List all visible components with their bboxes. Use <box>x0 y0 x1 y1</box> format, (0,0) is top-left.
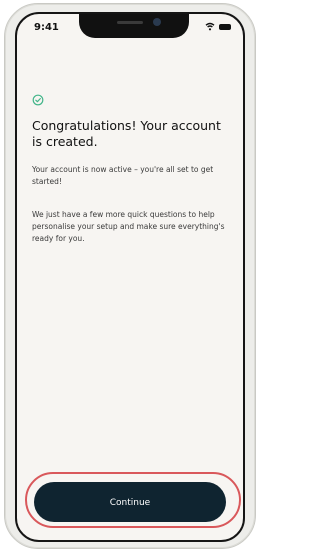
status-icons <box>205 22 231 31</box>
continue-button[interactable]: Continue <box>34 482 226 522</box>
setup-questions-text: We just have a few more quick questions … <box>32 210 225 243</box>
phone-screen: 9:41 <box>15 12 245 542</box>
notch <box>79 14 189 38</box>
speaker-grille <box>117 21 143 24</box>
front-camera <box>153 18 161 26</box>
battery-icon <box>219 23 231 30</box>
account-active-text: Your account is now active – you're all … <box>32 165 214 186</box>
page-title: Congratulations! Your account is created… <box>32 118 221 149</box>
wifi-icon <box>205 22 215 31</box>
check-circle-icon <box>32 94 44 106</box>
status-time: 9:41 <box>34 22 59 33</box>
